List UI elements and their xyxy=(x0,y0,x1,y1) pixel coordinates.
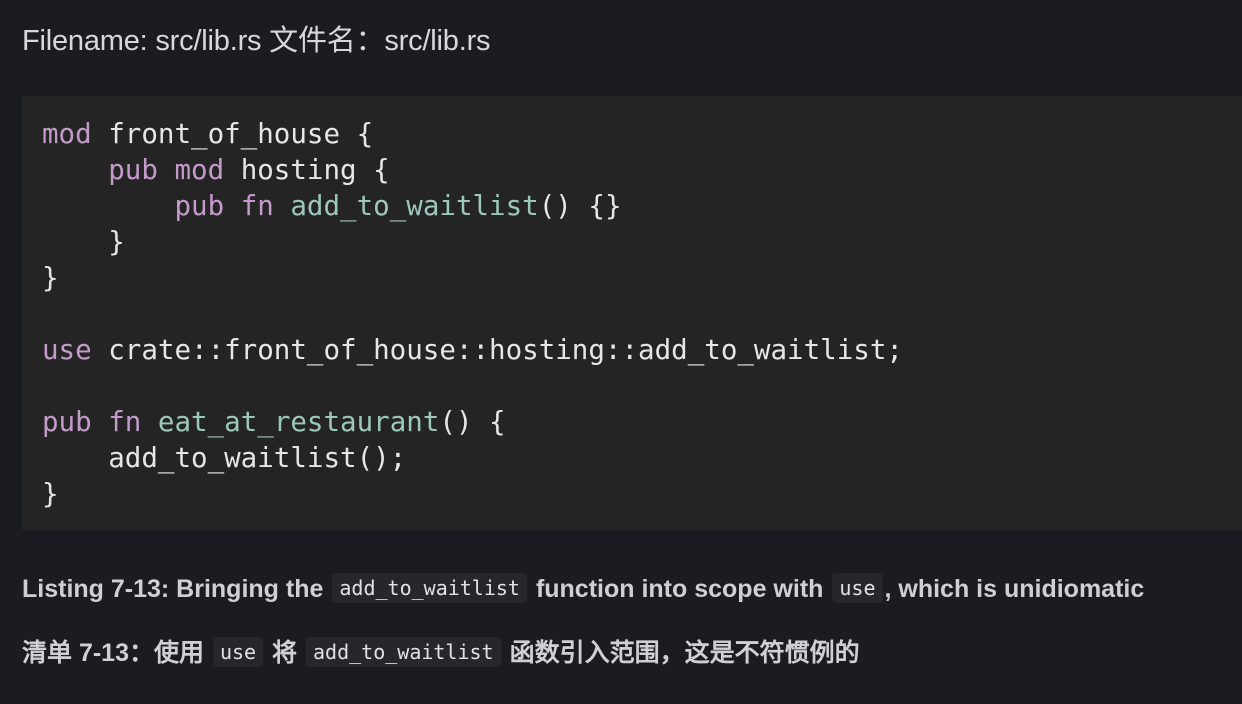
inline-code: add_to_waitlist xyxy=(305,637,501,667)
keyword-mod: mod xyxy=(174,154,225,186)
module-name: front_of_house { xyxy=(91,118,374,150)
code-line-1: mod front_of_house { xyxy=(42,116,903,152)
use-path: crate::front_of_house::hosting::add_to_w… xyxy=(91,334,903,366)
caption-text: 清单 7-13：使用 xyxy=(22,639,204,667)
code-listing: mod front_of_house { pub mod hosting { p… xyxy=(42,116,903,512)
code-line-10: add_to_waitlist(); xyxy=(42,442,407,474)
code-line-5: } xyxy=(42,262,59,294)
inline-code: use xyxy=(832,573,883,603)
module-name: hosting { xyxy=(224,154,390,186)
function-name: eat_at_restaurant xyxy=(157,406,440,438)
code-line-7: use crate::front_of_house::hosting::add_… xyxy=(42,332,903,368)
keyword-mod: mod xyxy=(42,118,92,150)
code-punctuation: () {} xyxy=(538,190,622,222)
code-block: mod front_of_house { pub mod hosting { p… xyxy=(22,96,1242,530)
caption-text: , which is unidiomatic xyxy=(884,575,1145,603)
keyword-pub: pub xyxy=(42,406,92,438)
listing-caption-english: Listing 7-13: Bringing the add_to_waitli… xyxy=(22,571,1144,607)
keyword-fn: fn xyxy=(240,190,274,222)
code-line-3: pub fn add_to_waitlist() {} xyxy=(42,188,903,224)
code-line-2: pub mod hosting { xyxy=(42,152,903,188)
function-name: add_to_waitlist xyxy=(290,190,539,222)
code-line-11: } xyxy=(42,478,59,510)
caption-text: Listing 7-13: Bringing the xyxy=(22,575,324,603)
caption-text: 函数引入范围，这是不符惯例的 xyxy=(509,639,860,667)
keyword-use: use xyxy=(42,334,92,366)
keyword-fn: fn xyxy=(108,406,142,438)
caption-text: function into scope with xyxy=(535,575,824,603)
listing-caption-chinese: 清单 7-13：使用 use 将 add_to_waitlist 函数引入范围，… xyxy=(22,635,860,671)
keyword-pub: pub xyxy=(108,154,158,186)
code-punctuation: () { xyxy=(439,406,506,438)
filename-heading: Filename: src/lib.rs 文件名：src/lib.rs xyxy=(22,25,491,57)
code-line-4: } xyxy=(42,226,125,258)
caption-text: 将 xyxy=(272,639,298,667)
inline-code: add_to_waitlist xyxy=(332,573,527,603)
keyword-pub: pub xyxy=(174,190,225,222)
inline-code: use xyxy=(212,637,264,667)
code-line-9: pub fn eat_at_restaurant() { xyxy=(42,404,903,440)
